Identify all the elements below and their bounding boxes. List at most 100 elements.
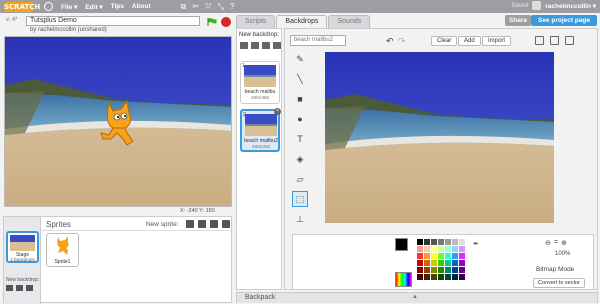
palette-swatch[interactable] xyxy=(452,239,458,245)
palette-swatch[interactable] xyxy=(438,274,444,280)
palette-swatch[interactable] xyxy=(417,246,423,252)
backpack-bar[interactable]: Backpack ▲ xyxy=(236,292,598,303)
choose-sprite-icon[interactable] xyxy=(186,220,194,228)
stop-button[interactable] xyxy=(221,17,231,27)
eyedropper-icon[interactable]: ✒ xyxy=(473,240,479,248)
palette-swatch[interactable] xyxy=(452,246,458,252)
menu-about[interactable]: About xyxy=(132,3,151,10)
palette-swatch[interactable] xyxy=(459,239,465,245)
stage-thumbnail[interactable]: Stage 2 backdrops xyxy=(6,231,39,263)
palette-swatch[interactable] xyxy=(438,267,444,273)
palette-swatch[interactable] xyxy=(445,239,451,245)
palette-swatch[interactable] xyxy=(424,267,430,273)
help-icon[interactable]: ? xyxy=(230,2,234,11)
color-picker-gradient[interactable] xyxy=(395,272,412,287)
choose-backdrop-icon[interactable] xyxy=(240,42,248,49)
palette-swatch[interactable] xyxy=(424,260,430,266)
paint-backdrop-icon[interactable] xyxy=(251,42,259,49)
palette-swatch[interactable] xyxy=(431,239,437,245)
rectangle-tool-icon[interactable]: ■ xyxy=(292,91,308,107)
palette-swatch[interactable] xyxy=(445,274,451,280)
backdrop-item[interactable]: 1 beach malibu 480x360 xyxy=(240,61,280,104)
palette-swatch[interactable] xyxy=(459,253,465,259)
menu-file[interactable]: File ▾ xyxy=(61,3,77,11)
undo-icon[interactable]: ↶ xyxy=(386,36,394,47)
palette-swatch[interactable] xyxy=(431,260,437,266)
redo-icon[interactable]: ↷ xyxy=(398,36,406,47)
palette-swatch[interactable] xyxy=(431,274,437,280)
camera-backdrop-icon[interactable] xyxy=(273,42,281,49)
fill-tool-icon[interactable]: ◈ xyxy=(292,151,308,167)
line-tool-icon[interactable]: ╲ xyxy=(292,71,308,87)
palette-swatch[interactable] xyxy=(445,253,451,259)
cut-icon[interactable]: ✂ xyxy=(192,2,199,11)
palette-swatch[interactable] xyxy=(459,260,465,266)
tab-sounds[interactable]: Sounds xyxy=(328,15,371,28)
text-tool-icon[interactable]: T xyxy=(292,131,308,147)
palette-swatch[interactable] xyxy=(445,267,451,273)
ellipse-tool-icon[interactable]: ● xyxy=(292,111,308,127)
palette-swatch[interactable] xyxy=(424,253,430,259)
sprite-tile[interactable]: Sprite1 xyxy=(46,233,79,267)
palette-swatch[interactable] xyxy=(459,274,465,280)
backdrop-item-selected[interactable]: 2 × beach malibu2 480x360 xyxy=(240,108,281,152)
palette-swatch[interactable] xyxy=(459,267,465,273)
green-flag-icon[interactable] xyxy=(207,18,217,26)
palette-swatch[interactable] xyxy=(431,267,437,273)
upload-sprite-icon[interactable] xyxy=(210,220,218,228)
palette-swatch[interactable] xyxy=(438,260,444,266)
clear-button[interactable]: Clear xyxy=(431,36,458,46)
language-globe-icon[interactable] xyxy=(44,2,53,11)
palette-swatch[interactable] xyxy=(417,253,423,259)
current-color-swatch[interactable] xyxy=(395,238,408,251)
flip-horizontal-icon[interactable] xyxy=(550,36,559,45)
add-button[interactable]: Add xyxy=(458,36,481,46)
camera-backdrop-icon[interactable] xyxy=(26,285,33,291)
paint-canvas[interactable] xyxy=(325,52,554,223)
paint-backdrop-icon[interactable] xyxy=(6,285,13,291)
palette-swatch[interactable] xyxy=(417,260,423,266)
palette-swatch[interactable] xyxy=(438,246,444,252)
palette-swatch[interactable] xyxy=(452,274,458,280)
palette-swatch[interactable] xyxy=(424,246,430,252)
upload-backdrop-icon[interactable] xyxy=(262,42,270,49)
stamp-tool-icon[interactable]: ⊥ xyxy=(292,211,308,227)
select-tool-icon[interactable]: ⬚ xyxy=(292,191,308,207)
upload-backdrop-icon[interactable] xyxy=(16,285,23,291)
convert-to-vector-button[interactable]: Convert to vector xyxy=(533,278,585,288)
scratch-logo[interactable]: SCRATCH xyxy=(4,1,40,12)
palette-swatch[interactable] xyxy=(438,239,444,245)
zoom-in-icon[interactable]: ⊕ xyxy=(561,239,567,247)
project-title-input[interactable]: Tutsplus Demo xyxy=(26,16,200,26)
flip-vertical-icon[interactable] xyxy=(565,36,574,45)
import-button[interactable]: Import xyxy=(482,36,512,46)
brush-tool-icon[interactable]: ✎ xyxy=(292,51,308,67)
palette-swatch[interactable] xyxy=(417,239,423,245)
share-button[interactable]: Share xyxy=(505,15,532,26)
eraser-tool-icon[interactable]: ▱ xyxy=(292,171,308,187)
camera-sprite-icon[interactable] xyxy=(222,220,230,228)
username-menu[interactable]: rachelmccollin ▾ xyxy=(545,2,596,10)
shrink-icon[interactable]: ⤡ xyxy=(218,2,224,12)
palette-swatch[interactable] xyxy=(445,260,451,266)
duplicate-icon[interactable]: ⧉ xyxy=(181,2,187,12)
stage-canvas[interactable] xyxy=(4,36,232,207)
set-costume-center-icon[interactable] xyxy=(535,36,544,45)
user-avatar-icon[interactable] xyxy=(532,1,542,10)
tab-scripts[interactable]: Scripts xyxy=(236,15,276,28)
palette-swatch[interactable] xyxy=(445,246,451,252)
palette-swatch[interactable] xyxy=(417,274,423,280)
palette-swatch[interactable] xyxy=(417,267,423,273)
cat-sprite[interactable] xyxy=(97,99,139,147)
palette-swatch[interactable] xyxy=(438,253,444,259)
palette-swatch[interactable] xyxy=(452,267,458,273)
palette-swatch[interactable] xyxy=(452,260,458,266)
palette-swatch[interactable] xyxy=(424,274,430,280)
backdrop-name-input[interactable]: beach malibu2 xyxy=(290,35,346,46)
menu-tips[interactable]: Tips xyxy=(111,3,124,10)
palette-swatch[interactable] xyxy=(424,239,430,245)
palette-swatch[interactable] xyxy=(431,246,437,252)
expand-arrow-icon[interactable]: ▲ xyxy=(412,294,418,300)
see-project-page-button[interactable]: See project page xyxy=(531,15,597,26)
zoom-out-icon[interactable]: ⊖ xyxy=(545,239,551,247)
